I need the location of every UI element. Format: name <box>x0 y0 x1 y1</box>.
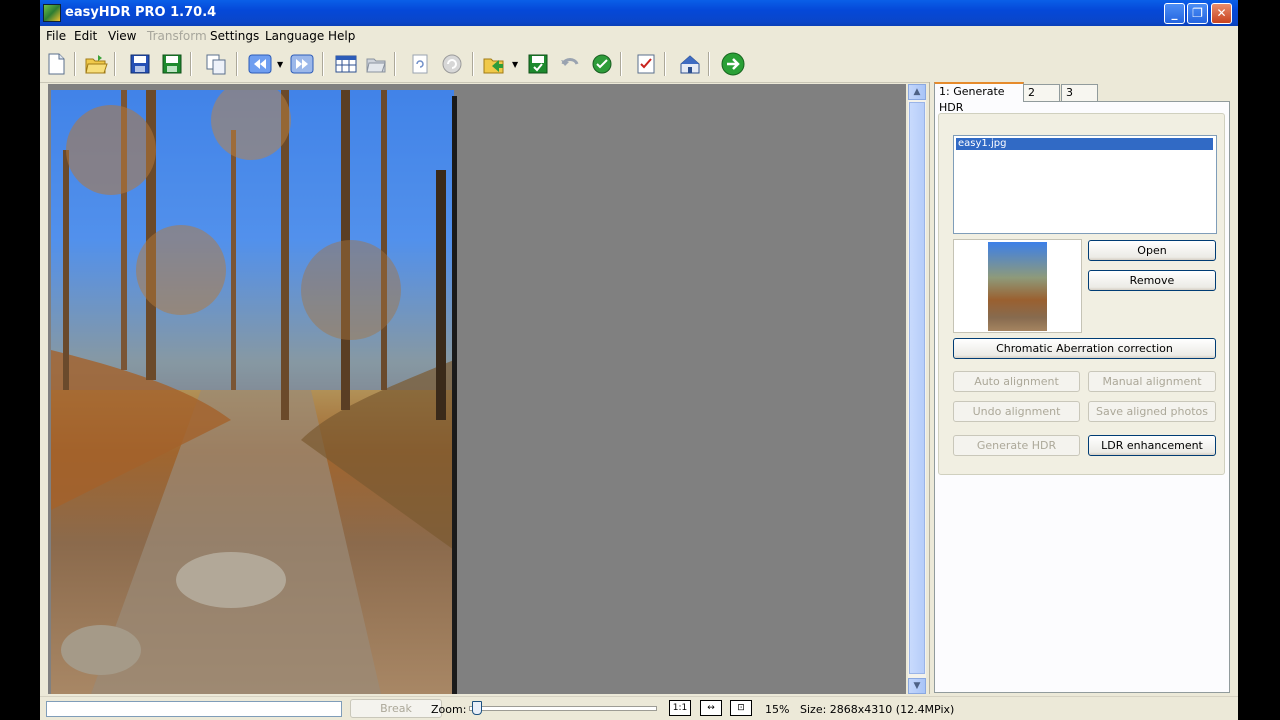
side-panel: 1: Generate HDR 2 3 easy1.jpg Open Remov… <box>929 82 1238 694</box>
menu-language[interactable]: Language <box>265 29 324 43</box>
app-window: easyHDR PRO 1.70.4 _ ❐ ✕ File Edit View … <box>40 0 1238 720</box>
open-button[interactable]: Open <box>1088 240 1216 261</box>
back-icon[interactable] <box>248 52 272 76</box>
progress-bar <box>46 701 342 717</box>
status-bar: Break Zoom: 1:1 ↔ ⊡ 15% Size: 2868x4310 … <box>40 696 1238 720</box>
close-button[interactable]: ✕ <box>1211 3 1232 24</box>
zoom-slider-track[interactable] <box>469 706 657 711</box>
hdr-photo <box>51 90 454 694</box>
go-icon[interactable] <box>721 52 745 76</box>
menu-view[interactable]: View <box>108 29 136 43</box>
photo-shadow <box>452 96 457 694</box>
zoom-label: Zoom: <box>431 703 467 716</box>
thumbnail-box <box>953 239 1082 333</box>
generate-hdr-button[interactable]: Generate HDR <box>953 435 1080 456</box>
image-canvas[interactable] <box>48 84 906 694</box>
list-item[interactable]: easy1.jpg <box>956 138 1213 150</box>
toolbar: ▼ ▼ <box>40 46 1238 83</box>
menu-transform[interactable]: Transform <box>147 29 207 43</box>
save-as-icon[interactable] <box>160 52 184 76</box>
ldr-enhancement-button[interactable]: LDR enhancement <box>1088 435 1216 456</box>
undo-icon[interactable] <box>440 52 464 76</box>
auto-alignment-button[interactable]: Auto alignment <box>953 371 1080 392</box>
grid-icon[interactable] <box>334 52 358 76</box>
menu-file[interactable]: File <box>46 29 66 43</box>
save-aligned-photos-button[interactable]: Save aligned photos <box>1088 401 1216 422</box>
back-dropdown-icon[interactable]: ▼ <box>277 60 283 69</box>
new-file-icon[interactable] <box>44 52 68 76</box>
menu-edit[interactable]: Edit <box>74 29 97 43</box>
browse-icon[interactable] <box>364 52 388 76</box>
zoom-1-1-button[interactable]: 1:1 <box>669 700 691 716</box>
menu-help[interactable]: Help <box>328 29 355 43</box>
tab-generate-hdr[interactable]: 1: Generate HDR <box>934 82 1024 114</box>
save-green-icon[interactable] <box>526 52 550 76</box>
revert-icon[interactable] <box>558 52 582 76</box>
zoom-value: 15% <box>765 703 790 716</box>
image-size-info: Size: 2868x4310 (12.4MPix) <box>800 703 955 716</box>
menu-bar: File Edit View Transform Settings Langua… <box>40 26 1238 46</box>
export-dropdown-icon[interactable]: ▼ <box>512 60 518 69</box>
break-button[interactable]: Break <box>350 699 442 718</box>
app-icon <box>43 4 61 22</box>
checklist-icon[interactable] <box>634 52 658 76</box>
remove-button[interactable]: Remove <box>1088 270 1216 291</box>
maximize-button[interactable]: ❐ <box>1187 3 1208 24</box>
zoom-slider-thumb[interactable] <box>472 701 482 715</box>
forward-icon[interactable] <box>290 52 314 76</box>
scroll-thumb[interactable] <box>909 102 925 674</box>
title-bar[interactable]: easyHDR PRO 1.70.4 _ ❐ ✕ <box>40 0 1238 26</box>
menu-settings[interactable]: Settings <box>210 29 259 43</box>
vertical-scrollbar[interactable]: ▲ ▼ <box>908 84 926 694</box>
zoom-fit-screen-button[interactable]: ⊡ <box>730 700 752 716</box>
manual-alignment-button[interactable]: Manual alignment <box>1088 371 1216 392</box>
file-list[interactable]: easy1.jpg <box>953 135 1217 234</box>
copy-icon[interactable] <box>204 52 228 76</box>
save-icon[interactable] <box>128 52 152 76</box>
chromatic-aberration-button[interactable]: Chromatic Aberration correction <box>953 338 1216 359</box>
window-title: easyHDR PRO 1.70.4 <box>65 5 217 20</box>
minimize-button[interactable]: _ <box>1164 3 1185 24</box>
open-folder-icon[interactable] <box>84 52 108 76</box>
refresh-icon[interactable] <box>408 52 432 76</box>
scroll-up-icon[interactable]: ▲ <box>908 84 926 100</box>
zoom-fit-width-button[interactable]: ↔ <box>700 700 722 716</box>
export-icon[interactable] <box>482 52 506 76</box>
scroll-down-icon[interactable]: ▼ <box>908 678 926 694</box>
undo-alignment-button[interactable]: Undo alignment <box>953 401 1080 422</box>
apply-icon[interactable] <box>590 52 614 76</box>
home-icon[interactable] <box>678 52 702 76</box>
tab-2[interactable]: 2 <box>1023 84 1060 101</box>
thumbnail <box>988 242 1047 331</box>
tab-3[interactable]: 3 <box>1061 84 1098 101</box>
